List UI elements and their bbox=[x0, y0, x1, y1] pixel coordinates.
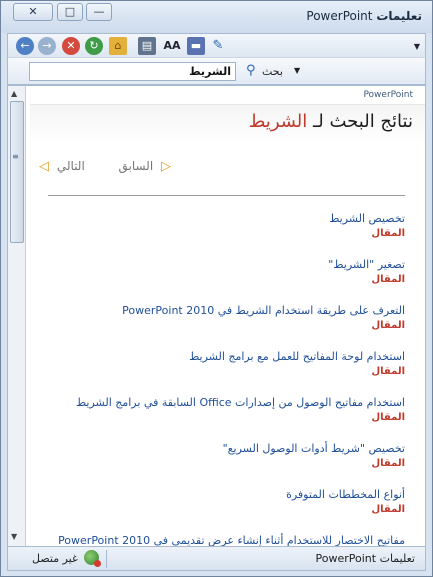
result-title-link[interactable]: تصغير "الشريط" bbox=[45, 257, 405, 272]
search-icon[interactable]: ⚲ bbox=[246, 63, 256, 78]
result-item: تصغير "الشريط" المقال bbox=[45, 257, 405, 303]
result-item: استخدام لوحة المفاتيح للعمل مع برامج الش… bbox=[45, 349, 405, 395]
next-link[interactable]: التالي bbox=[57, 159, 85, 173]
breadcrumb[interactable]: PowerPoint bbox=[363, 90, 413, 100]
search-button-label[interactable]: بحث bbox=[262, 65, 283, 78]
result-item: مفاتيح الاختصار للاستخدام أثناء إنشاء عر… bbox=[45, 533, 405, 546]
search-input[interactable]: الشريط bbox=[29, 62, 236, 81]
result-item: أنواع المخططات المتوفرة المقال bbox=[45, 487, 405, 533]
result-type-label: المقال bbox=[371, 458, 405, 469]
result-item: تخصيص الشريط المقال bbox=[45, 211, 405, 257]
close-button[interactable]: ✕ bbox=[13, 3, 53, 21]
previous-arrow-icon[interactable]: ▷ bbox=[161, 159, 171, 174]
maximize-icon: □ bbox=[64, 5, 76, 18]
page-title: نتائج البحث لـ الشريط bbox=[249, 111, 413, 132]
status-separator bbox=[106, 550, 107, 568]
back-button[interactable]: ← bbox=[16, 37, 34, 55]
result-type-label: المقال bbox=[371, 274, 405, 285]
keep-on-top-button[interactable]: ✎ bbox=[209, 37, 227, 55]
offline-globe-icon[interactable] bbox=[84, 550, 101, 567]
refresh-icon: ↻ bbox=[89, 39, 99, 52]
window-title-app: PowerPoint bbox=[306, 9, 373, 23]
minimize-icon: — bbox=[93, 5, 105, 18]
result-item: استخدام مفاتيح الوصول من إصدارات Office … bbox=[45, 395, 405, 441]
minimize-button[interactable]: — bbox=[86, 3, 112, 21]
scroll-thumb[interactable] bbox=[10, 101, 24, 243]
printer-icon: ▤ bbox=[141, 39, 153, 52]
toolbar-options-button[interactable]: ▼ bbox=[412, 40, 422, 54]
result-type-label: المقال bbox=[371, 504, 405, 515]
result-type-label: المقال bbox=[371, 228, 405, 239]
title-bar: ✕ □ — تعليمات PowerPoint bbox=[1, 1, 432, 33]
window-title: تعليمات PowerPoint bbox=[306, 9, 422, 23]
scroll-up-icon[interactable]: ▲ bbox=[11, 89, 17, 98]
status-bar: تعليمات PowerPoint غير متصل bbox=[7, 547, 426, 571]
back-arrow-icon: ← bbox=[20, 39, 30, 52]
next-arrow-icon[interactable]: ◁ bbox=[39, 159, 49, 174]
maximize-button[interactable]: □ bbox=[57, 3, 83, 21]
search-scope-chevron-icon[interactable]: ▼ bbox=[294, 66, 300, 75]
stop-icon: ✕ bbox=[66, 39, 76, 52]
result-title-link[interactable]: التعرف على طريقة استخدام الشريط في Power… bbox=[45, 303, 405, 318]
result-title-link[interactable]: أنواع المخططات المتوفرة bbox=[45, 487, 405, 502]
vertical-scrollbar[interactable]: ▲ ≡ ▼ bbox=[8, 86, 26, 546]
window-title-word: تعليمات bbox=[376, 9, 422, 23]
result-title-link[interactable]: مفاتيح الاختصار للاستخدام أثناء إنشاء عر… bbox=[45, 533, 405, 546]
previous-link[interactable]: السابق bbox=[118, 159, 153, 173]
print-button[interactable]: ▤ bbox=[138, 37, 156, 55]
help-content: ▲ ≡ ▼ PowerPoint نتائج البحث لـ الشريط ▷… bbox=[7, 85, 426, 547]
scroll-grip-icon: ≡ bbox=[12, 152, 19, 161]
stop-button[interactable]: ✕ bbox=[62, 37, 80, 55]
results-list: تخصيص الشريط المقال تصغير "الشريط" المقا… bbox=[45, 211, 405, 546]
pager: ▷ السابق التالي ◁ bbox=[37, 159, 173, 174]
book-icon: ▬ bbox=[190, 39, 202, 52]
result-title-link[interactable]: استخدام مفاتيح الوصول من إصدارات Office … bbox=[45, 395, 405, 410]
result-type-label: المقال bbox=[371, 320, 405, 331]
home-button[interactable]: ⌂ bbox=[109, 37, 127, 55]
font-size-button[interactable]: AA bbox=[162, 37, 182, 55]
result-type-label: المقال bbox=[371, 412, 405, 423]
connection-status[interactable]: غير متصل bbox=[32, 552, 78, 565]
table-of-contents-button[interactable]: ▬ bbox=[187, 37, 205, 55]
divider bbox=[48, 195, 405, 196]
toolbar: ← → ✕ ↻ ⌂ ▤ AA ▬ ✎ ▼ bbox=[7, 33, 426, 57]
home-icon: ⌂ bbox=[114, 39, 122, 52]
result-item: التعرف على طريقة استخدام الشريط في Power… bbox=[45, 303, 405, 349]
search-bar: ▼ بحث ⚲ ▼ الشريط bbox=[7, 57, 426, 85]
help-window: ✕ □ — تعليمات PowerPoint ← → ✕ ↻ ⌂ ▤ AA … bbox=[0, 0, 433, 577]
forward-arrow-icon: → bbox=[42, 39, 52, 52]
close-icon: ✕ bbox=[28, 5, 38, 18]
result-title-link[interactable]: تخصيص "شريط أدوات الوصول السريع" bbox=[45, 441, 405, 456]
result-title-link[interactable]: استخدام لوحة المفاتيح للعمل مع برامج الش… bbox=[45, 349, 405, 364]
scroll-down-icon[interactable]: ▼ bbox=[11, 532, 17, 541]
result-item: تخصيص "شريط أدوات الوصول السريع" المقال bbox=[45, 441, 405, 487]
result-title-link[interactable]: تخصيص الشريط bbox=[45, 211, 405, 226]
pin-icon: ✎ bbox=[212, 38, 224, 53]
page-title-prefix: نتائج البحث لـ bbox=[307, 111, 413, 132]
refresh-button[interactable]: ↻ bbox=[85, 37, 103, 55]
result-type-label: المقال bbox=[371, 366, 405, 377]
help-source-menu[interactable]: تعليمات PowerPoint bbox=[316, 552, 415, 565]
page-title-term: الشريط bbox=[248, 111, 308, 132]
font-size-icon: AA bbox=[163, 39, 181, 52]
chevron-down-icon: ▼ bbox=[413, 42, 421, 51]
forward-button[interactable]: → bbox=[38, 37, 56, 55]
